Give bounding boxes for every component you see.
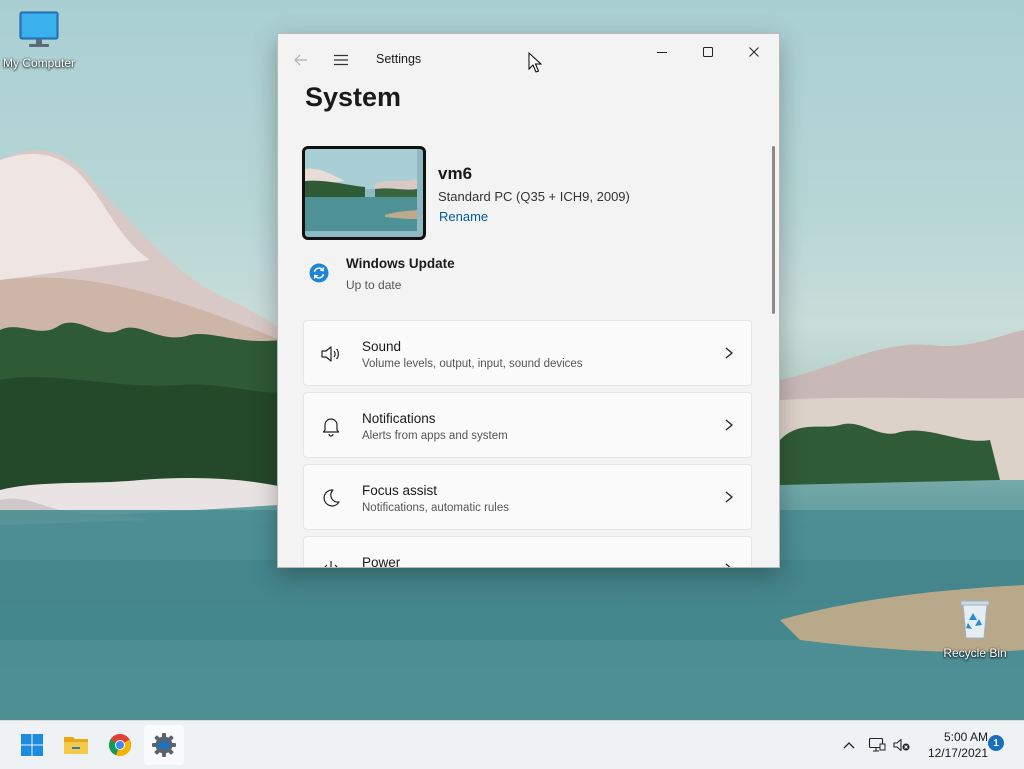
desktop-icon-label: Recycle Bin [943, 646, 1007, 660]
chevron-right-icon [722, 489, 736, 505]
back-button[interactable] [288, 48, 314, 72]
volume-button[interactable] [890, 721, 914, 769]
file-explorer-button[interactable] [56, 725, 96, 765]
app-title: Settings [376, 52, 422, 66]
file-explorer-icon [64, 737, 88, 754]
start-icon [21, 734, 43, 756]
maximize-button[interactable] [687, 38, 729, 66]
desktop-icon-recycle-bin[interactable]: Recycle Bin [935, 598, 1015, 660]
card-title: Notifications [362, 411, 436, 426]
network-icon [868, 737, 886, 752]
page-title: System [305, 82, 402, 112]
show-hidden-icons-button[interactable] [838, 721, 860, 769]
card-title: Power [362, 555, 401, 568]
chevron-up-icon [843, 742, 855, 749]
card-title: Focus assist [362, 483, 438, 498]
notification-count-badge[interactable]: 1 [988, 735, 1004, 751]
volume-muted-icon [893, 738, 910, 752]
card-title: Sound [362, 339, 402, 354]
start-button[interactable] [12, 725, 52, 765]
device-name: vm6 [438, 164, 473, 183]
minimize-button[interactable] [641, 38, 683, 66]
settings-card-power[interactable]: Power [303, 536, 752, 568]
power-icon [320, 559, 342, 567]
recycle-bin-icon [935, 598, 1015, 643]
hamburger-icon [334, 54, 348, 66]
taskbar: 5:00 AM 12/17/2021 [0, 720, 1024, 769]
maximize-icon [703, 47, 713, 57]
moon-icon [320, 487, 342, 509]
card-subtitle: Notifications, automatic rules [362, 502, 510, 514]
rename-link[interactable]: Rename [439, 209, 488, 224]
settings-window: Settings System vm6 Standard PC (Q35 + I… [277, 33, 780, 568]
settings-card-focus-assist[interactable]: Focus assist Notifications, automatic ru… [303, 464, 752, 530]
active-app-indicator [157, 744, 171, 747]
chevron-right-icon [722, 561, 736, 567]
scrollbar-thumb[interactable] [772, 146, 775, 314]
desktop-background-thumbnail[interactable] [302, 146, 426, 240]
device-model: Standard PC (Q35 + ICH9, 2009) [438, 189, 630, 204]
taskbar-clock[interactable]: 5:00 AM 12/17/2021 [918, 729, 988, 761]
windows-update-title[interactable]: Windows Update [346, 256, 455, 271]
speaker-icon [320, 343, 342, 365]
windows-update-icon[interactable] [309, 263, 329, 283]
minimize-icon [657, 52, 667, 53]
card-subtitle: Volume levels, output, input, sound devi… [362, 358, 583, 370]
chrome-button[interactable] [100, 725, 140, 765]
windows-update-status: Up to date [346, 278, 402, 292]
mouse-cursor-icon [528, 51, 543, 79]
network-button[interactable] [866, 721, 888, 769]
bell-icon [320, 415, 342, 437]
desktop-icon-label: My Computer [2, 56, 76, 70]
clock-time: 5:00 AM [943, 730, 988, 744]
chevron-right-icon [722, 345, 736, 361]
settings-card-sound[interactable]: Sound Volume levels, output, input, soun… [303, 320, 752, 386]
close-icon [749, 47, 759, 57]
close-button[interactable] [733, 38, 775, 66]
monitor-icon [0, 10, 79, 53]
navigation-menu-button[interactable] [328, 48, 354, 72]
settings-card-notifications[interactable]: Notifications Alerts from apps and syste… [303, 392, 752, 458]
card-subtitle: Alerts from apps and system [362, 430, 508, 442]
chevron-right-icon [722, 417, 736, 433]
chrome-icon [108, 734, 132, 757]
clock-date: 12/17/2021 [927, 746, 988, 760]
arrow-left-icon [294, 54, 307, 66]
desktop-icon-my-computer[interactable]: My Computer [0, 10, 79, 70]
